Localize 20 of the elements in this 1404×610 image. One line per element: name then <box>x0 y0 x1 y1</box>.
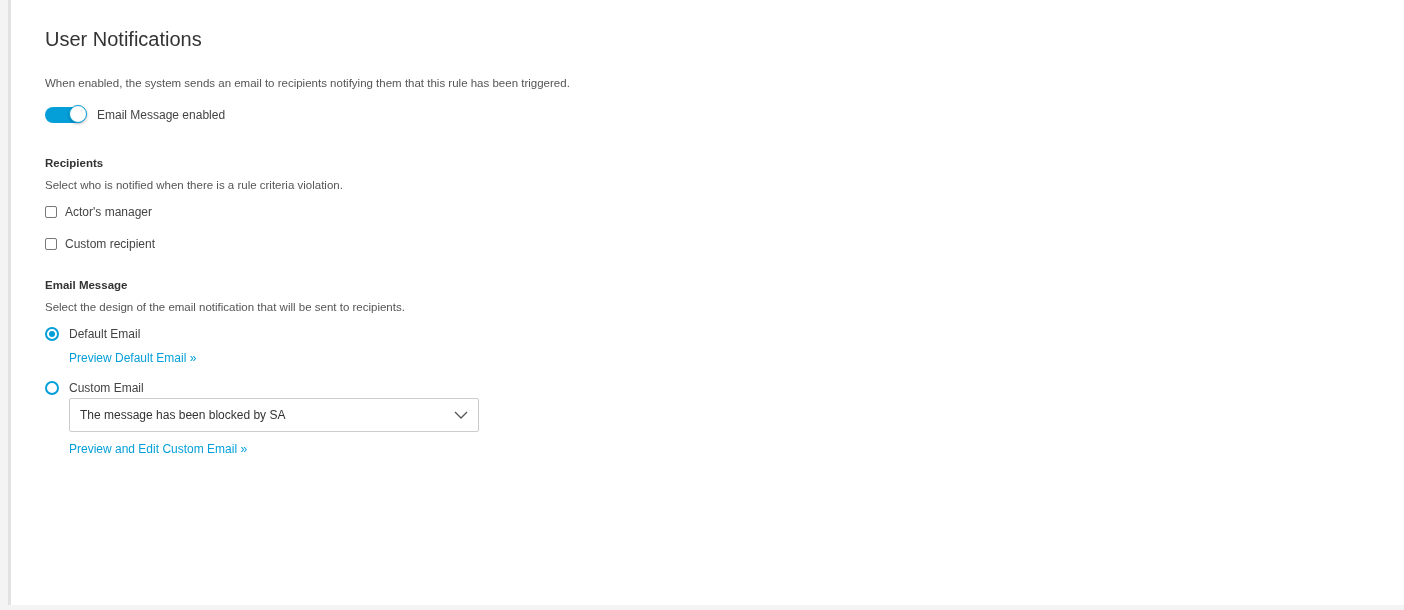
radio-button[interactable] <box>45 327 59 341</box>
email-message-description: Select the design of the email notification that will be sent to recipients. <box>45 301 406 313</box>
preview-link[interactable]: Preview Default Email » <box>69 351 197 365</box>
radio-label: Custom Email <box>69 381 144 395</box>
toggle-label: Email Message enabled <box>97 108 226 122</box>
toggle-switch[interactable] <box>45 107 85 123</box>
chevron-down-icon <box>454 411 468 419</box>
template-dropdown[interactable]: The message has been blocked by SA <box>69 398 479 432</box>
checkbox-label: Custom recipient <box>65 237 156 251</box>
checkbox[interactable] <box>45 206 57 218</box>
section-title: User Notifications <box>45 28 203 51</box>
description-text: When enabled, the system sends an email to recipients notifying them that this rule has been triggered. <box>45 77 571 89</box>
checkbox[interactable] <box>45 238 57 250</box>
radio-button[interactable] <box>45 381 59 395</box>
recipients-heading: Recipients <box>45 157 105 169</box>
preview-link[interactable]: Preview and Edit Custom Email » <box>69 442 248 456</box>
recipients-description: Select who is notified when there is a rule criteria violation. <box>45 179 344 191</box>
checkbox-label: Actor's manager <box>65 205 152 219</box>
email-message-heading: Email Message <box>45 279 129 291</box>
radio-label: Default Email <box>69 327 141 341</box>
